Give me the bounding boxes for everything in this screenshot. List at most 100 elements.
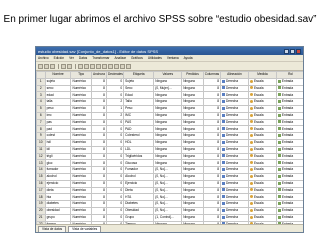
column-header[interactable]: Medida: [247, 71, 277, 79]
cell-decimales[interactable]: 0: [105, 200, 125, 208]
cell-medida[interactable]: Escala: [247, 159, 277, 168]
cell-columnas[interactable]: 8: [202, 166, 221, 174]
cell-decimales[interactable]: 0: [105, 77, 125, 86]
cell-columnas[interactable]: 8: [202, 145, 221, 154]
cell-etiqueta[interactable]: Glucosa: [123, 159, 155, 168]
cell-anchura[interactable]: 8: [90, 166, 107, 174]
cell-columnas[interactable]: 8: [202, 118, 221, 127]
cell-valores[interactable]: {0, No}...: [153, 179, 183, 188]
cell-nombre[interactable]: alcohol: [44, 172, 72, 181]
tab-variable-view[interactable]: Vista de variables: [68, 226, 102, 232]
cell-perdidos[interactable]: Ninguno: [181, 145, 204, 154]
cell-nombre[interactable]: dieta: [44, 186, 72, 195]
cell-alineacion[interactable]: Derecha: [219, 166, 249, 174]
column-header[interactable]: Tipo: [70, 71, 92, 79]
column-header[interactable]: [36, 71, 46, 79]
menu-item-3[interactable]: Datos: [79, 56, 87, 60]
cell-alineacion[interactable]: Derecha: [219, 77, 249, 86]
cell-tipo[interactable]: Numérico: [70, 206, 92, 215]
tab-data-view[interactable]: Vista de datos: [38, 226, 67, 232]
cell-columnas[interactable]: 8: [202, 111, 221, 120]
cell-perdidos[interactable]: Ninguno: [181, 111, 204, 120]
cell-valores[interactable]: Ninguno: [153, 98, 183, 106]
cell-rol[interactable]: Entrada: [275, 213, 303, 222]
cell-medida[interactable]: Escala: [247, 186, 277, 195]
cell-anchura[interactable]: 8: [90, 84, 107, 93]
cell-decimales[interactable]: 0: [105, 172, 125, 181]
undo-icon[interactable]: [61, 63, 66, 69]
cell-alineacion[interactable]: Derecha: [219, 111, 249, 120]
cell-perdidos[interactable]: Ninguno: [181, 166, 204, 174]
cell-decimales[interactable]: 0: [105, 193, 125, 202]
cell-tipo[interactable]: Numérico: [70, 213, 92, 222]
open-icon[interactable]: [38, 63, 43, 69]
cell-alineacion[interactable]: Derecha: [219, 91, 249, 100]
column-header[interactable]: Rol: [275, 71, 303, 79]
cell-perdidos[interactable]: Ninguno: [181, 118, 204, 127]
cell-decimales[interactable]: 0: [105, 159, 125, 168]
redo-icon[interactable]: [67, 63, 72, 69]
cell-rol[interactable]: Entrada: [275, 179, 303, 188]
column-header[interactable]: Etiqueta: [123, 71, 155, 79]
cell-etiqueta[interactable]: Peso: [123, 104, 155, 113]
cell-tipo[interactable]: Numérico: [70, 111, 92, 120]
menu-item-5[interactable]: Analizar: [114, 56, 126, 60]
table-row[interactable]: 15 alcohol Numérico 8 0 Alcohol {0, No}... Ning…: [36, 172, 303, 181]
cell-etiqueta[interactable]: Dieta: [123, 186, 155, 195]
cell-alineacion[interactable]: Derecha: [219, 125, 249, 134]
cell-etiqueta[interactable]: Edad: [123, 91, 155, 100]
cell-perdidos[interactable]: Ninguno: [181, 125, 204, 134]
column-header[interactable]: Valores: [153, 71, 183, 79]
cell-tipo[interactable]: Numérico: [70, 193, 92, 202]
cell-valores[interactable]: Ninguno: [153, 159, 183, 168]
cell-decimales[interactable]: 0: [105, 84, 125, 93]
column-header[interactable]: Nombre: [44, 71, 72, 79]
cell-medida[interactable]: Escala: [247, 84, 277, 93]
column-header[interactable]: Columnas: [202, 71, 221, 79]
cell-nombre[interactable]: sexo: [44, 84, 72, 93]
cell-anchura[interactable]: 8: [90, 77, 107, 86]
cell-alineacion[interactable]: Derecha: [219, 145, 249, 154]
cell-columnas[interactable]: 8: [202, 172, 221, 181]
cell-nombre[interactable]: pad: [44, 125, 72, 134]
insert-case-icon[interactable]: [96, 63, 101, 69]
cell-perdidos[interactable]: Ninguno: [181, 132, 204, 140]
cell-anchura[interactable]: 8: [90, 91, 107, 100]
cell-tipo[interactable]: Numérico: [70, 166, 92, 174]
cell-tipo[interactable]: Numérico: [70, 200, 92, 208]
cell-alineacion[interactable]: Derecha: [219, 193, 249, 202]
cell-rol[interactable]: Entrada: [275, 98, 303, 106]
close-button[interactable]: [296, 48, 301, 54]
cell-perdidos[interactable]: Ninguno: [181, 206, 204, 215]
column-header[interactable]: Decimales: [105, 71, 125, 79]
cell-nombre[interactable]: ldl: [44, 145, 72, 154]
cell-alineacion[interactable]: Derecha: [219, 186, 249, 195]
menu-item-2[interactable]: Ver: [69, 56, 74, 60]
cell-etiqueta[interactable]: PAS: [123, 118, 155, 127]
cell-etiqueta[interactable]: Alcohol: [123, 172, 155, 181]
cell-rol[interactable]: Entrada: [275, 138, 303, 147]
menu-item-0[interactable]: Archivo: [38, 56, 49, 60]
cell-valores[interactable]: {0, Mujer}...: [153, 84, 183, 93]
cell-anchura[interactable]: 8: [90, 206, 107, 215]
cell-rol[interactable]: Entrada: [275, 104, 303, 113]
cell-alineacion[interactable]: Derecha: [219, 104, 249, 113]
cell-anchura[interactable]: 8: [90, 200, 107, 208]
cell-medida[interactable]: Escala: [247, 77, 277, 86]
cell-anchura[interactable]: 8: [90, 152, 107, 161]
cell-perdidos[interactable]: Ninguno: [181, 98, 204, 106]
table-row[interactable]: 2 sexo Numérico 8 0 Sexo {0, Mujer}... Ninguno 8…: [36, 84, 303, 93]
cell-rol[interactable]: Entrada: [275, 172, 303, 181]
cell-rol[interactable]: Entrada: [275, 132, 303, 140]
table-row[interactable]: 20 obesidad Numérico 8 0 Obesidad {0, No}... Ni…: [36, 206, 303, 215]
maximize-button[interactable]: [290, 48, 295, 54]
cell-anchura[interactable]: 8: [90, 159, 107, 168]
cell-etiqueta[interactable]: Obesidad: [123, 206, 155, 215]
table-row[interactable]: 19 diabetes Numérico 8 0 Diabetes {0, No}... Ni…: [36, 200, 303, 208]
cell-perdidos[interactable]: Ninguno: [181, 179, 204, 188]
cell-tipo[interactable]: Numérico: [70, 179, 92, 188]
cell-medida[interactable]: Escala: [247, 172, 277, 181]
cell-decimales[interactable]: 2: [105, 98, 125, 106]
cell-decimales[interactable]: 0: [105, 118, 125, 127]
cell-valores[interactable]: {0, No}...: [153, 172, 183, 181]
